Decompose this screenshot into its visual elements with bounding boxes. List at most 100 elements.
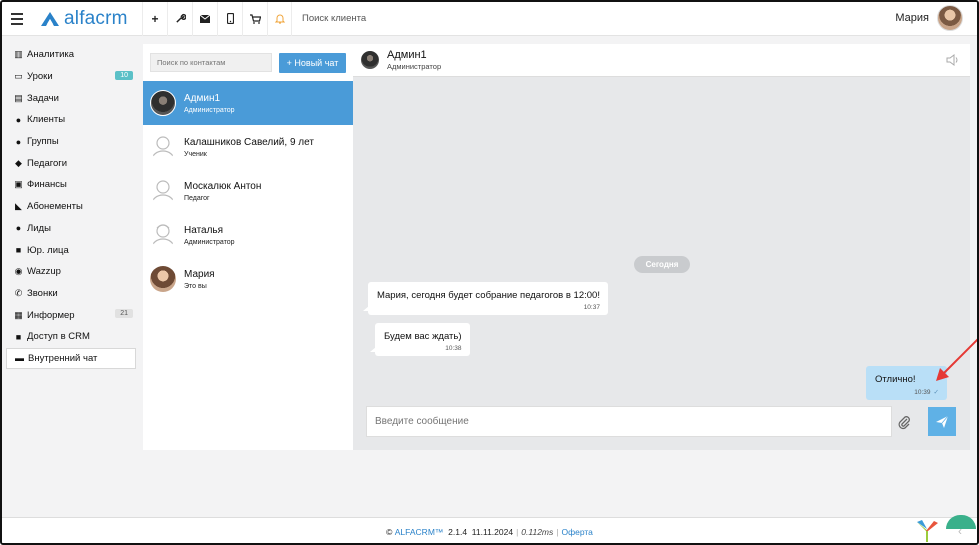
- contact-item[interactable]: Москалюк Антон Педагог: [143, 169, 353, 213]
- sidebar-item-label: Звонки: [27, 287, 58, 299]
- logo[interactable]: alfacrm: [40, 8, 140, 30]
- yii-logo-icon: [917, 520, 938, 542]
- user-menu[interactable]: Мария: [895, 5, 963, 31]
- list-icon: ▦: [14, 309, 23, 320]
- contact-name: Калашников Савелий, 9 лет: [184, 136, 314, 148]
- sidebar-item-label: Группы: [27, 136, 59, 148]
- mail-icon[interactable]: [192, 2, 217, 36]
- chat-partner-name: Админ1: [387, 49, 427, 61]
- contact-name: Админ1: [184, 92, 221, 104]
- sidebar-item-clients[interactable]: ● Клиенты: [6, 109, 136, 131]
- clipboard-icon: ▤: [14, 92, 23, 103]
- sidebar-item-groups[interactable]: ● Группы: [6, 131, 136, 153]
- message-time: 10:39: [914, 389, 931, 396]
- user-silhouette-icon: [151, 224, 175, 248]
- user-silhouette-icon: [151, 180, 175, 204]
- sidebar-item-calls[interactable]: ✆ Звонки: [6, 283, 136, 305]
- sidebar-item-label: Клиенты: [27, 114, 66, 126]
- contact-role: Это вы: [184, 282, 207, 290]
- message-time-row: 10:39 ✓: [875, 388, 939, 396]
- sidebar-item-wazzup[interactable]: ◉ Wazzup: [6, 261, 136, 283]
- sidebar-item-analytics[interactable]: ▥ Аналитика: [6, 44, 136, 66]
- paperclip-icon[interactable]: [897, 414, 911, 430]
- read-check-icon: ✓: [933, 389, 939, 396]
- bell-icon[interactable]: [267, 2, 292, 36]
- new-chat-button[interactable]: + Новый чат: [279, 52, 346, 73]
- wrench-icon[interactable]: [167, 2, 192, 36]
- user-silhouette-icon: [151, 136, 175, 160]
- version: 2.1.4: [448, 526, 468, 537]
- chat-partner-role: Администратор: [387, 62, 442, 71]
- logo-text: alfacrm: [64, 7, 128, 29]
- contact-role: Администратор: [184, 238, 235, 246]
- phone-icon[interactable]: [217, 2, 242, 36]
- message-incoming: Мария, сегодня будет собрание педагогов …: [363, 282, 608, 315]
- sidebar-item-label: Внутренний чат: [28, 352, 98, 364]
- contact-name: Наталья: [184, 224, 224, 236]
- sidebar-item-label: Уроки: [27, 71, 53, 83]
- sidebar-item-label: Финансы: [27, 179, 67, 191]
- sidebar-item-label: Аналитика: [27, 49, 75, 61]
- message-text: Будем вас ждать): [384, 331, 462, 342]
- message-time: 10:37: [583, 304, 600, 311]
- sidebar-item-lessons[interactable]: ▭ Уроки 10: [6, 66, 136, 88]
- sidebar-item-informer[interactable]: ▦ Информер 21: [6, 304, 136, 326]
- avatar: [361, 51, 379, 69]
- chat-header: Админ1 Администратор: [353, 44, 970, 77]
- sidebar-item-label: Информер: [27, 309, 75, 321]
- brand-link[interactable]: ALFACRM™: [395, 527, 444, 537]
- contact-role: Администратор: [184, 106, 235, 114]
- tag-icon: ◣: [15, 201, 22, 212]
- contact-search-input[interactable]: [150, 53, 272, 72]
- money-icon: ▣: [14, 179, 23, 190]
- contact-item[interactable]: Админ1 Администратор: [143, 81, 353, 125]
- contact-role: Ученик: [184, 150, 207, 158]
- send-button[interactable]: [928, 407, 956, 436]
- message-time: 10:38: [445, 345, 462, 352]
- calendar-icon: ▭: [14, 71, 23, 82]
- contact-item[interactable]: Мария Это вы: [143, 257, 353, 301]
- offer-link[interactable]: Оферта: [561, 527, 592, 537]
- user-name: Мария: [895, 12, 929, 24]
- lock-icon: ■: [15, 331, 22, 342]
- message-input[interactable]: [366, 406, 892, 437]
- date-separator: Сегодня: [634, 256, 690, 273]
- sidebar-item-subscriptions[interactable]: ◣ Абонементы: [6, 196, 136, 218]
- user-icon: ●: [15, 114, 22, 125]
- graduation-cap-icon: ◆: [15, 157, 22, 168]
- sidebar-item-label: Доступ в CRM: [27, 331, 90, 343]
- message-text: Отлично!: [875, 374, 916, 385]
- contact-item[interactable]: Калашников Савелий, 9 лет Ученик: [143, 125, 353, 169]
- user-plus-icon: ●: [15, 223, 22, 234]
- contact-name: Мария: [184, 268, 215, 280]
- briefcase-icon: ■: [15, 245, 22, 256]
- sidebar-item-internal-chat[interactable]: ▬ Внутренний чат: [6, 347, 136, 370]
- plus-icon[interactable]: +: [142, 2, 167, 36]
- sidebar-item-teachers[interactable]: ◆ Педагоги: [6, 152, 136, 174]
- client-search[interactable]: Поиск клиента: [302, 13, 366, 24]
- sidebar-item-label: Задачи: [27, 92, 59, 104]
- sidebar-item-finance[interactable]: ▣ Финансы: [6, 174, 136, 196]
- toolbar-icons: +: [142, 2, 292, 36]
- envelope-icon: ▬: [15, 353, 24, 364]
- speaker-icon[interactable]: [946, 54, 960, 66]
- sidebar-item-label: Лиды: [27, 222, 51, 234]
- avatar: [150, 266, 176, 292]
- contact-name: Москалюк Антон: [184, 180, 262, 192]
- footer: © ALFACRM™ 2.1.4 11.11.2024 | 0.112ms | …: [2, 517, 977, 543]
- sidebar-item-crm-access[interactable]: ■ Доступ в CRM: [6, 326, 136, 348]
- contact-role: Педагог: [184, 194, 210, 202]
- logo-mark-icon: [41, 11, 59, 26]
- sidebar-item-leads[interactable]: ● Лиды: [6, 218, 136, 240]
- map-icon: ▥: [14, 49, 23, 60]
- sidebar-item-legal-entities[interactable]: ■ Юр. лица: [6, 239, 136, 261]
- contact-item[interactable]: Наталья Администратор: [143, 213, 353, 257]
- chevron-left-icon[interactable]: ‹: [958, 524, 962, 538]
- menu-icon[interactable]: [2, 2, 32, 36]
- sidebar-item-tasks[interactable]: ▤ Задачи: [6, 87, 136, 109]
- sidebar-item-label: Абонементы: [27, 201, 83, 213]
- footer-separator: |: [556, 526, 559, 537]
- informer-count-badge: 21: [115, 309, 133, 319]
- cart-icon[interactable]: [242, 2, 267, 36]
- message-incoming: Будем вас ждать) 10:38: [370, 323, 470, 356]
